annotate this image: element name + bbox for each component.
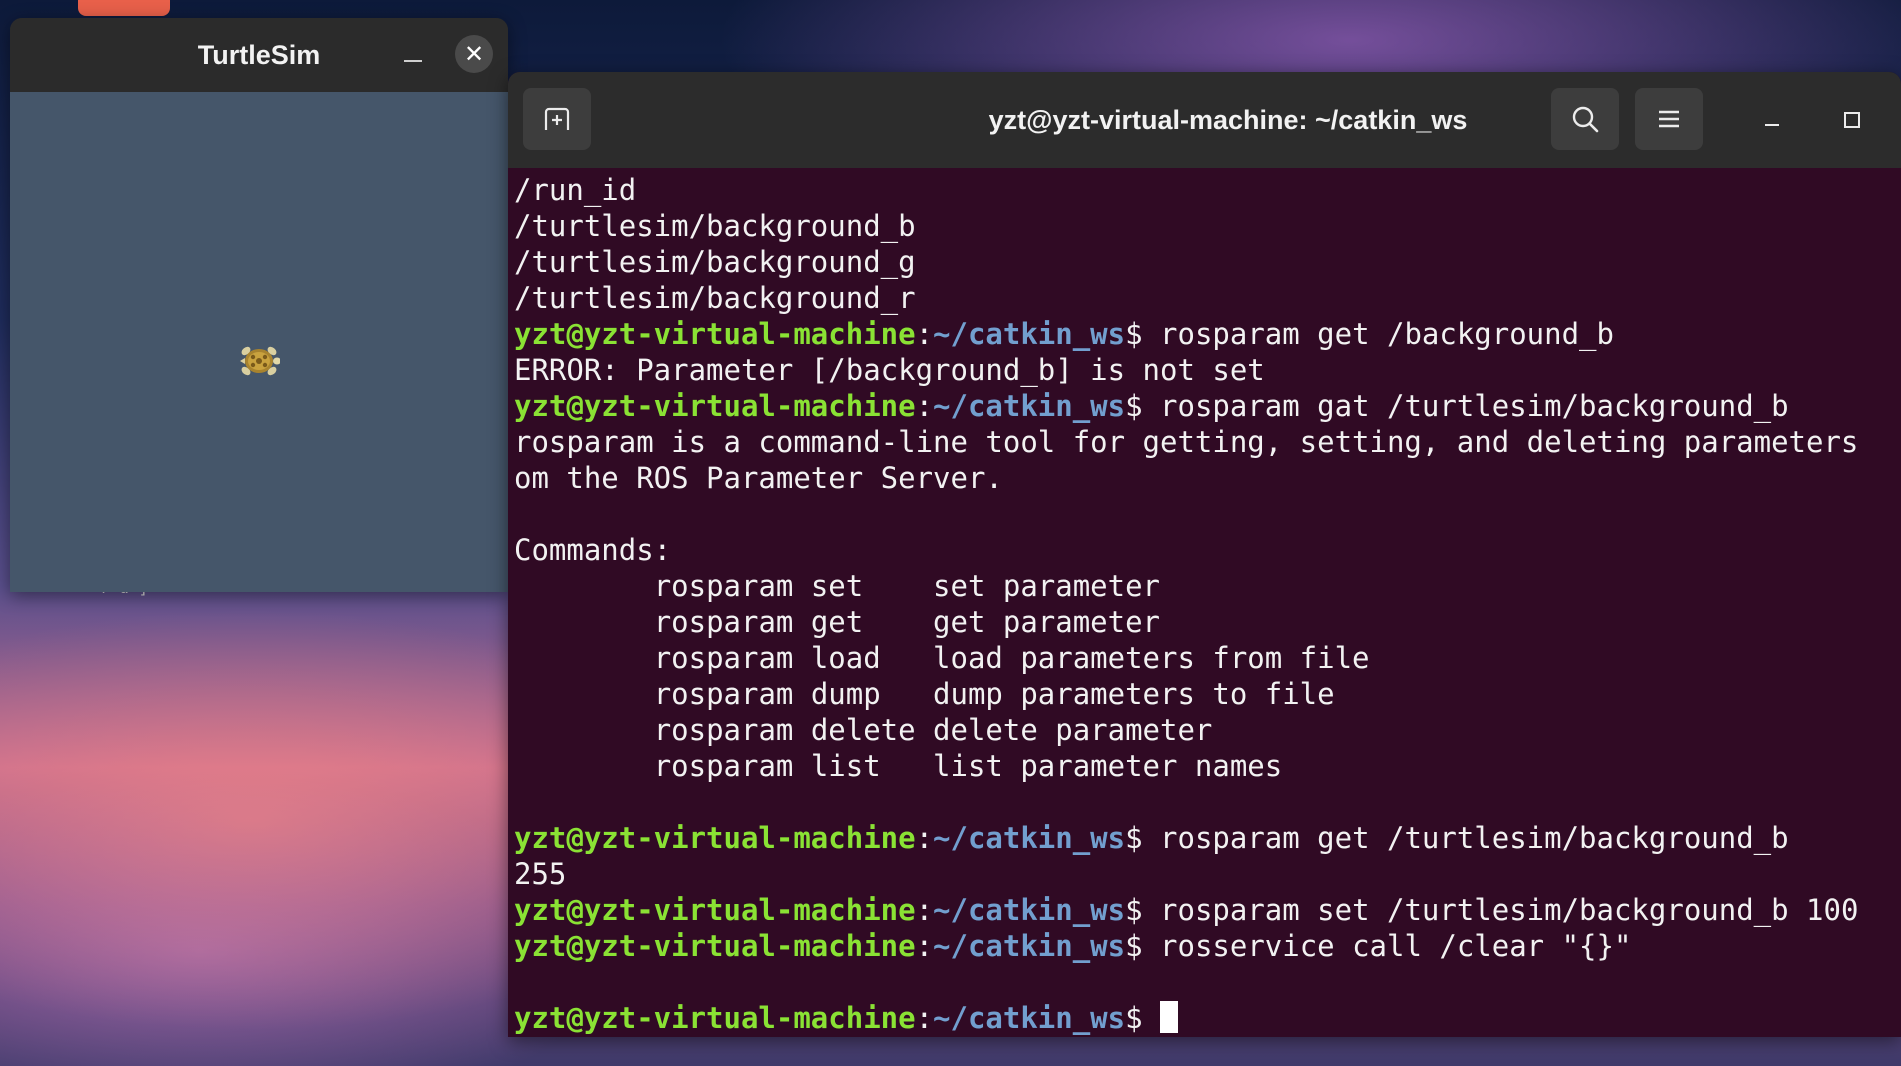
terminal-output-line: rosparam set set parameter xyxy=(514,568,1901,604)
new-tab-button[interactable] xyxy=(523,88,591,150)
prompt-colon: : xyxy=(915,893,934,927)
output-text: rosparam load load parameters from file xyxy=(514,641,1370,675)
terminal-output-line: /turtlesim/background_g xyxy=(514,244,1901,280)
prompt-user-host: yzt@yzt-virtual-machine xyxy=(514,821,916,855)
command-text: rosparam get /background_b xyxy=(1160,317,1614,351)
terminal-output-line: om the ROS Parameter Server. xyxy=(514,460,1901,496)
terminal-output[interactable]: /run_id/turtlesim/background_b/turtlesim… xyxy=(511,172,1901,1037)
prompt-path: ~/catkin_ws xyxy=(933,929,1126,963)
prompt-path: ~/catkin_ws xyxy=(933,389,1126,423)
output-text: Commands: xyxy=(514,533,672,567)
prompt-colon: : xyxy=(915,929,934,963)
terminal-output-line: rosparam dump dump parameters to file xyxy=(514,676,1901,712)
prompt-dollar: $ xyxy=(1125,821,1161,855)
prompt-user-host: yzt@yzt-virtual-machine xyxy=(514,389,916,423)
command-text: rosservice call /clear "{}" xyxy=(1160,929,1632,963)
maximize-icon xyxy=(1844,112,1860,128)
prompt-dollar: $ xyxy=(1125,1001,1161,1035)
prompt-colon: : xyxy=(915,1001,934,1035)
output-text: ERROR: Parameter [/background_b] is not … xyxy=(514,353,1265,387)
terminal-output-line: Commands: xyxy=(514,532,1901,568)
terminal-output-line: rosparam delete delete parameter xyxy=(514,712,1901,748)
turtlesim-title: TurtleSim xyxy=(197,39,321,70)
search-icon xyxy=(1572,106,1599,133)
terminal-output-line: rosparam get get parameter xyxy=(514,604,1901,640)
dock-app-icon-fragment[interactable] xyxy=(78,0,170,16)
terminal-prompt-line: yzt@yzt-virtual-machine:~/catkin_ws$ ros… xyxy=(514,928,1901,964)
terminal-output-line: /run_id xyxy=(514,172,1901,208)
terminal-output-line: /turtlesim/background_b xyxy=(514,208,1901,244)
output-text: /turtlesim/background_r xyxy=(514,281,916,315)
turtle-icon xyxy=(240,346,280,376)
output-text: rosparam dump dump parameters to file xyxy=(514,677,1335,711)
prompt-dollar: $ xyxy=(1125,893,1161,927)
terminal-output-line: /turtlesim/background_r xyxy=(514,280,1901,316)
terminal-title: yzt@yzt-virtual-machine: ~/catkin_ws xyxy=(988,104,1468,135)
new-tab-icon xyxy=(544,107,570,130)
output-text: /turtlesim/background_b xyxy=(514,209,916,243)
terminal-headerbar[interactable]: yzt@yzt-virtual-machine: ~/catkin_ws xyxy=(508,72,1901,168)
prompt-path: ~/catkin_ws xyxy=(933,317,1126,351)
terminal-output-line: ERROR: Parameter [/background_b] is not … xyxy=(514,352,1901,388)
command-text: rosparam gat /turtlesim/background_b xyxy=(1160,389,1789,423)
terminal-output-line: rosparam list list parameter names xyxy=(514,748,1901,784)
prompt-path: ~/catkin_ws xyxy=(933,1001,1126,1035)
turtlesim-window: TurtleSim ✕ xyxy=(10,18,508,592)
output-text: rosparam set set parameter xyxy=(514,569,1161,603)
turtlesim-titlebar[interactable]: TurtleSim ✕ xyxy=(10,18,508,92)
output-text: rosparam get get parameter xyxy=(514,605,1161,639)
minimize-icon xyxy=(1765,124,1779,126)
terminal-prompt-line: yzt@yzt-virtual-machine:~/catkin_ws$ ros… xyxy=(514,892,1901,928)
command-text: rosparam get /turtlesim/background_b xyxy=(1160,821,1789,855)
prompt-colon: : xyxy=(915,317,934,351)
terminal-maximize-button[interactable] xyxy=(1834,102,1870,138)
terminal-minimize-button[interactable] xyxy=(1754,102,1790,138)
output-text: om the ROS Parameter Server. xyxy=(514,461,1003,495)
prompt-user-host: yzt@yzt-virtual-machine xyxy=(514,893,916,927)
terminal-window: yzt@yzt-virtual-machine: ~/catkin_ws /ru… xyxy=(508,72,1901,1037)
prompt-path: ~/catkin_ws xyxy=(933,821,1126,855)
prompt-colon: : xyxy=(915,389,934,423)
prompt-colon: : xyxy=(915,821,934,855)
minimize-button[interactable] xyxy=(398,40,428,70)
output-text: /turtlesim/background_g xyxy=(514,245,916,279)
minimize-icon xyxy=(404,60,422,62)
output-text: rosparam list list parameter names xyxy=(514,749,1283,783)
terminal-prompt-line: yzt@yzt-virtual-machine:~/catkin_ws$ ros… xyxy=(514,388,1901,424)
terminal-prompt-line: yzt@yzt-virtual-machine:~/catkin_ws$ xyxy=(514,1000,1901,1036)
command-text: rosparam set /turtlesim/background_b 100 xyxy=(1160,893,1859,927)
prompt-user-host: yzt@yzt-virtual-machine xyxy=(514,1001,916,1035)
terminal-prompt-line: yzt@yzt-virtual-machine:~/catkin_ws$ ros… xyxy=(514,316,1901,352)
text-cursor[interactable] xyxy=(1160,1001,1179,1033)
search-button[interactable] xyxy=(1551,88,1619,150)
output-text: 255 xyxy=(514,857,567,891)
hamburger-menu-icon xyxy=(1659,110,1679,128)
prompt-dollar: $ xyxy=(1125,389,1161,423)
output-text: rosparam is a command-line tool for gett… xyxy=(514,425,1859,459)
menu-button[interactable] xyxy=(1635,88,1703,150)
prompt-user-host: yzt@yzt-virtual-machine xyxy=(514,929,916,963)
terminal-prompt-line: yzt@yzt-virtual-machine:~/catkin_ws$ ros… xyxy=(514,820,1901,856)
output-text: /run_id xyxy=(514,173,637,207)
close-button[interactable]: ✕ xyxy=(455,35,493,73)
prompt-user-host: yzt@yzt-virtual-machine xyxy=(514,317,916,351)
close-icon: ✕ xyxy=(463,40,485,68)
terminal-output-line: 255 xyxy=(514,856,1901,892)
terminal-output-line: rosparam load load parameters from file xyxy=(514,640,1901,676)
turtlesim-canvas xyxy=(10,92,508,592)
terminal-output-line: rosparam is a command-line tool for gett… xyxy=(514,424,1901,460)
prompt-dollar: $ xyxy=(1125,929,1161,963)
prompt-path: ~/catkin_ws xyxy=(933,893,1126,927)
prompt-dollar: $ xyxy=(1125,317,1161,351)
output-text: rosparam delete delete parameter xyxy=(514,713,1213,747)
